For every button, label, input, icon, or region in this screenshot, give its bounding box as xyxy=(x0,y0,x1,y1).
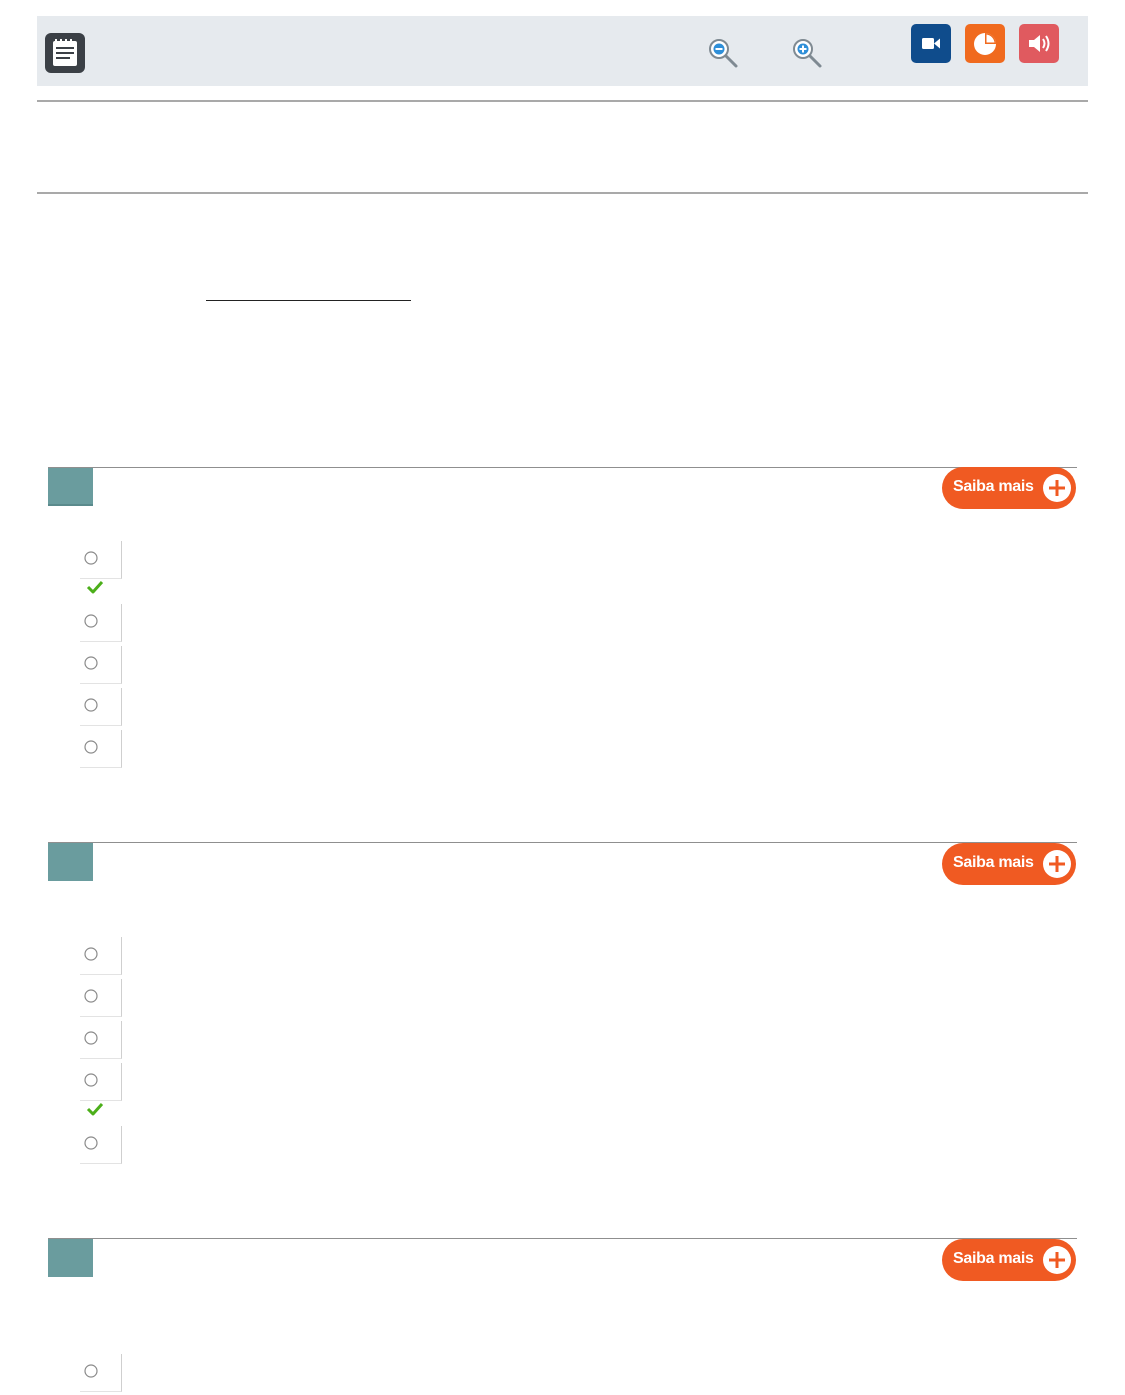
radio-button[interactable] xyxy=(84,656,98,670)
saiba-mais-button[interactable]: Saiba mais xyxy=(942,467,1076,509)
answer-option xyxy=(80,604,122,642)
pie-chart-icon xyxy=(974,33,996,55)
saiba-mais-label: Saiba mais xyxy=(953,1250,1034,1267)
answer-option xyxy=(80,541,122,579)
divider xyxy=(37,192,1088,194)
question-header-line xyxy=(48,467,1077,468)
notepad-icon[interactable] xyxy=(45,33,85,73)
zoom-out-icon[interactable] xyxy=(706,36,740,70)
zoom-in-icon[interactable] xyxy=(790,36,824,70)
question-number-box xyxy=(48,843,93,881)
saiba-mais-label: Saiba mais xyxy=(953,854,1034,871)
fill-in-blank-line xyxy=(206,300,411,301)
radio-button[interactable] xyxy=(84,989,98,1003)
plus-icon xyxy=(1043,850,1071,878)
saiba-mais-button[interactable]: Saiba mais xyxy=(942,843,1076,885)
answer-option xyxy=(80,1063,122,1101)
question-header-line xyxy=(48,1238,1077,1239)
answer-option xyxy=(80,937,122,975)
answer-option xyxy=(80,646,122,684)
speaker-icon xyxy=(1029,35,1050,52)
answer-option xyxy=(80,688,122,726)
divider xyxy=(37,100,1088,102)
radio-button[interactable] xyxy=(84,1031,98,1045)
plus-icon xyxy=(1043,1246,1071,1274)
plus-icon xyxy=(1043,474,1071,502)
radio-button[interactable] xyxy=(84,698,98,712)
answer-option xyxy=(80,1021,122,1059)
correct-check-icon xyxy=(86,580,104,594)
answer-option xyxy=(80,1354,122,1392)
answer-option xyxy=(80,730,122,768)
answer-option xyxy=(80,1126,122,1164)
question-header-line xyxy=(48,842,1077,843)
radio-button[interactable] xyxy=(84,1364,98,1378)
radio-button[interactable] xyxy=(84,947,98,961)
audio-button[interactable] xyxy=(1019,24,1059,63)
radio-button[interactable] xyxy=(84,1136,98,1150)
radio-button[interactable] xyxy=(84,551,98,565)
chart-button[interactable] xyxy=(965,24,1005,63)
correct-check-icon xyxy=(86,1102,104,1116)
video-camera-icon xyxy=(922,38,940,49)
saiba-mais-label: Saiba mais xyxy=(953,478,1034,495)
video-button[interactable] xyxy=(911,24,951,63)
answer-option xyxy=(80,979,122,1017)
question-number-box xyxy=(48,468,93,506)
radio-button[interactable] xyxy=(84,1073,98,1087)
radio-button[interactable] xyxy=(84,740,98,754)
question-number-box xyxy=(48,1239,93,1277)
saiba-mais-button[interactable]: Saiba mais xyxy=(942,1239,1076,1281)
toolbar xyxy=(37,16,1088,86)
radio-button[interactable] xyxy=(84,614,98,628)
